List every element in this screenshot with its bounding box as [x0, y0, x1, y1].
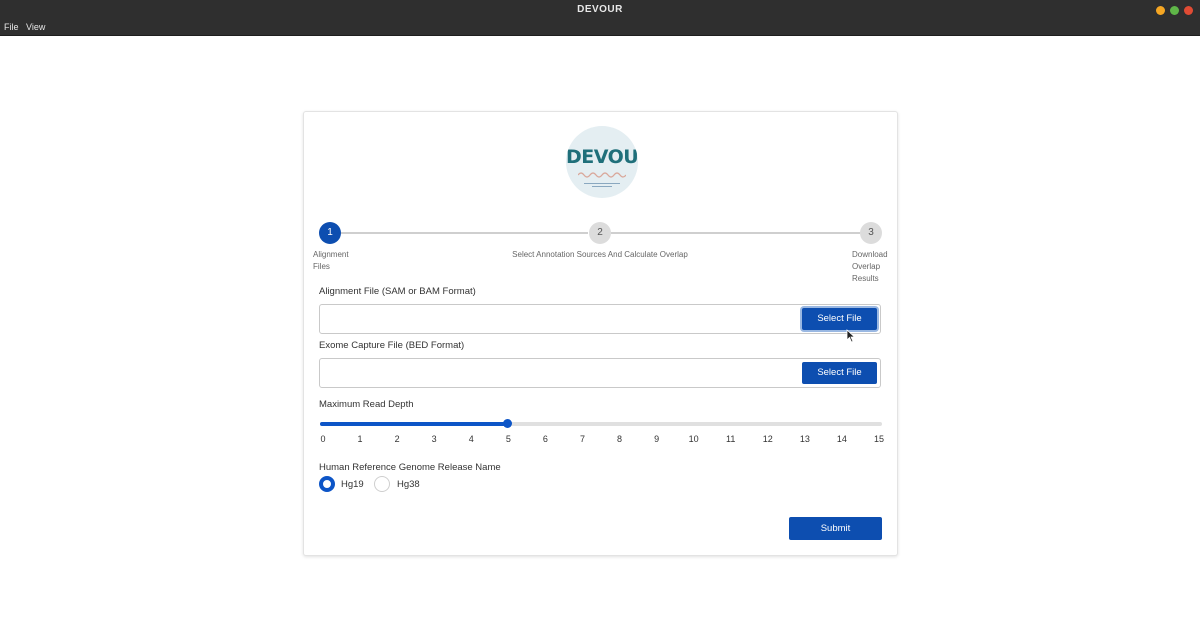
window-titlebar: DEVOUR — [0, 0, 1200, 21]
devour-logo: DEVOUR — [566, 126, 638, 198]
step-1-circle[interactable]: 1 — [319, 222, 341, 244]
exome-file-input[interactable]: Select File — [319, 358, 881, 388]
slider-tick-label: 7 — [579, 434, 585, 444]
step-connector-2 — [611, 232, 860, 234]
mouse-cursor-icon — [846, 329, 856, 343]
menu-bar: File View — [0, 21, 1200, 36]
slider-thumb[interactable] — [503, 419, 513, 428]
logo-wave-icon — [578, 172, 626, 178]
radio-hg38[interactable] — [374, 476, 390, 492]
slider-tick-label: 3 — [431, 434, 437, 444]
logo-subtitle-mark — [584, 183, 620, 187]
slider-tick-label: 10 — [688, 434, 699, 444]
slider-tick-label: 14 — [836, 434, 847, 444]
step-connector-1 — [341, 232, 588, 234]
radio-hg38-label[interactable]: Hg38 — [397, 479, 420, 490]
slider-tick-label: 12 — [762, 434, 773, 444]
step-1-label: Alignment Files — [313, 250, 349, 271]
slider-tick-label: 8 — [617, 434, 623, 444]
slider-tick-label: 6 — [542, 434, 548, 444]
slider-tick-label: 9 — [654, 434, 660, 444]
slider-tick-label: 13 — [799, 434, 810, 444]
form-card: DEVOUR 1 2 3 Alignment Files Select Anno… — [303, 111, 898, 556]
slider-tick-label: 1 — [357, 434, 363, 444]
slider-tick-label: 2 — [394, 434, 400, 444]
maximize-icon[interactable] — [1170, 6, 1179, 15]
slider-fill — [320, 422, 508, 426]
slider-tick-label: 15 — [873, 434, 884, 444]
alignment-file-input[interactable]: Select File — [319, 304, 881, 334]
genome-label: Human Reference Genome Release Name — [319, 462, 501, 473]
exome-file-label: Exome Capture File (BED Format) — [319, 340, 465, 351]
slider-tick-label: 0 — [320, 434, 326, 444]
slider-tick-label: 4 — [468, 434, 474, 444]
radio-hg19-label[interactable]: Hg19 — [341, 479, 364, 490]
minimize-icon[interactable] — [1156, 6, 1165, 15]
close-icon[interactable] — [1184, 6, 1193, 15]
logo-text: DEVOUR — [566, 146, 638, 168]
alignment-select-file-button[interactable]: Select File — [802, 308, 877, 330]
radio-hg19[interactable] — [319, 476, 335, 492]
menu-view[interactable]: View — [26, 22, 45, 32]
menu-file[interactable]: File — [4, 22, 19, 32]
read-depth-label: Maximum Read Depth — [319, 399, 414, 410]
submit-button[interactable]: Submit — [789, 517, 882, 540]
step-3-label: Download Overlap Results — [852, 250, 888, 283]
window-title: DEVOUR — [577, 4, 623, 15]
exome-select-file-button[interactable]: Select File — [802, 362, 877, 384]
slider-tick-label: 11 — [726, 434, 736, 444]
step-2-label: Select Annotation Sources And Calculate … — [512, 250, 688, 259]
step-3-circle[interactable]: 3 — [860, 222, 882, 244]
alignment-file-label: Alignment File (SAM or BAM Format) — [319, 286, 476, 297]
slider-tick-label: 5 — [505, 434, 511, 444]
read-depth-slider[interactable] — [320, 419, 882, 428]
step-2-circle[interactable]: 2 — [589, 222, 611, 244]
